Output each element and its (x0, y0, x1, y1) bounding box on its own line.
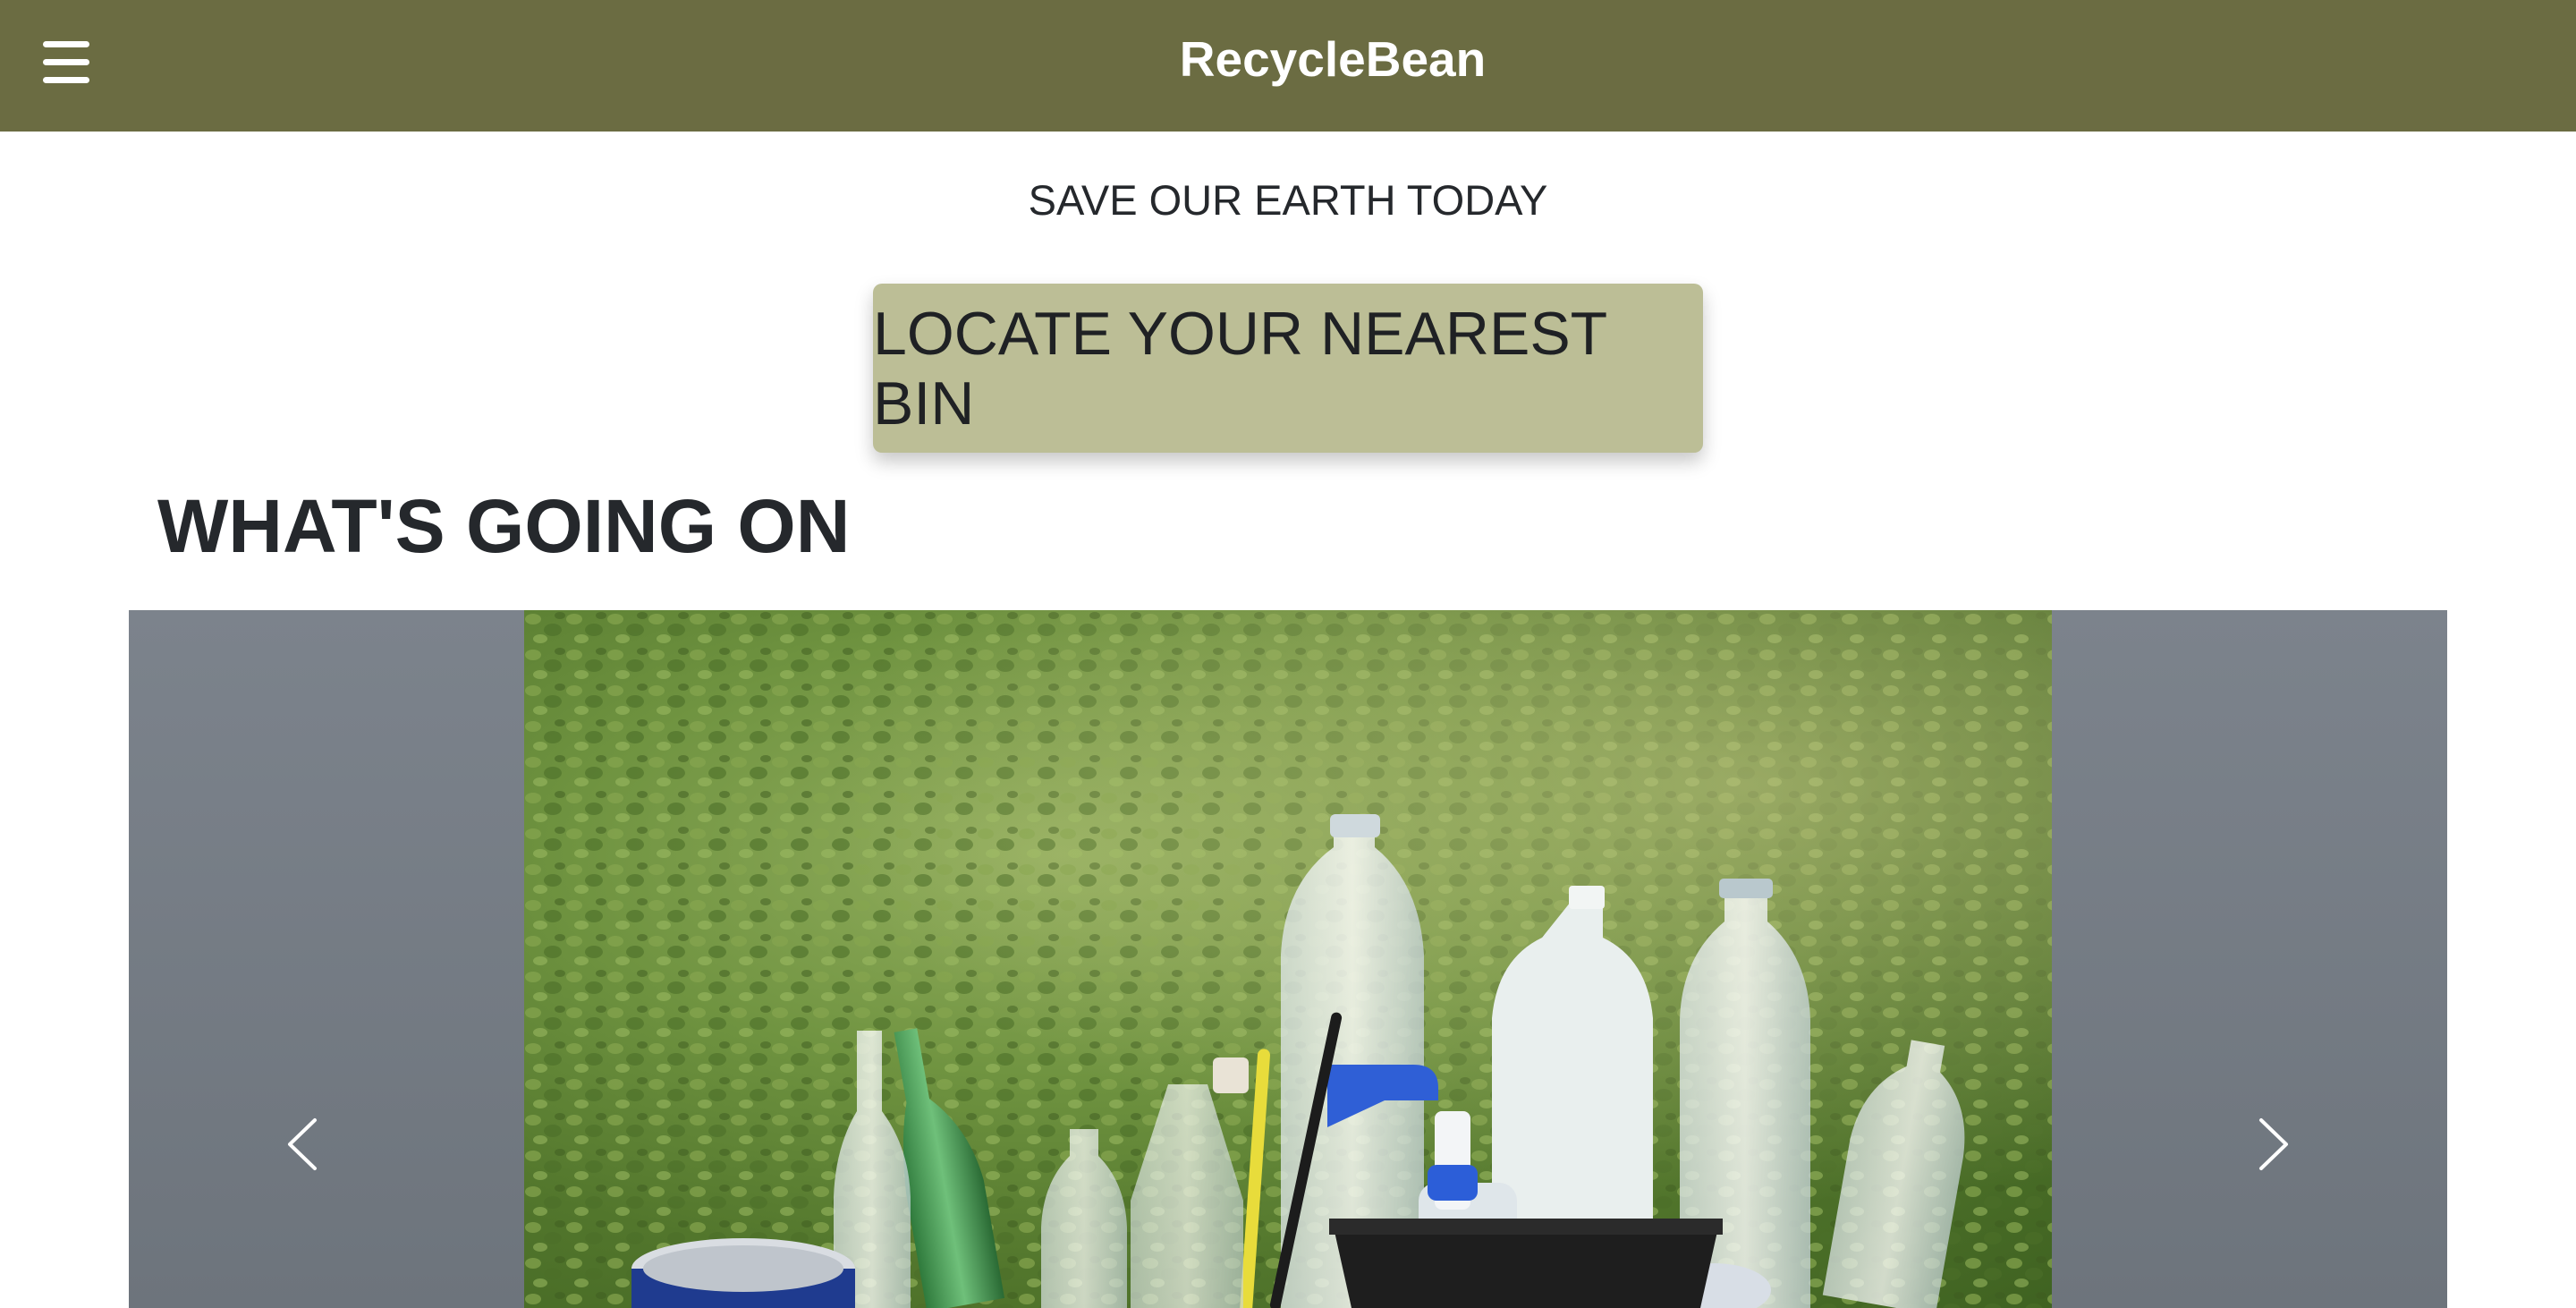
chevron-left-icon[interactable] (277, 1113, 331, 1176)
section-title: WHAT'S GOING ON (157, 484, 851, 568)
recycling-bottles-illustration (524, 610, 2052, 1308)
chevron-right-icon[interactable] (2245, 1113, 2299, 1176)
top-navbar: RecycleBean (0, 0, 2576, 132)
brand-title[interactable]: RecycleBean (0, 29, 2576, 89)
locate-bin-button[interactable]: LOCATE YOUR NEAREST BIN (873, 284, 1703, 453)
news-carousel (129, 610, 2447, 1308)
hero-tagline: SAVE OUR EARTH TODAY (1028, 176, 1548, 224)
carousel-slide-image (524, 610, 2052, 1308)
